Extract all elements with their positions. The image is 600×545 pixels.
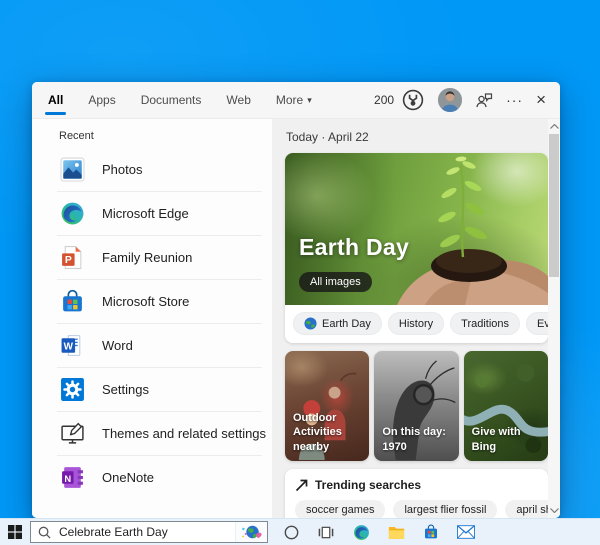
date-header: Today · April 22 bbox=[286, 130, 548, 144]
trending-arrow-icon bbox=[295, 479, 308, 492]
powerpoint-file-icon: P bbox=[59, 244, 85, 270]
chip-label: Earth Day bbox=[322, 318, 371, 330]
earth-globe-icon bbox=[304, 317, 317, 330]
taskbar: Celebrate Earth Day bbox=[0, 518, 600, 545]
svg-text:N: N bbox=[64, 473, 71, 483]
chevron-down-icon: ▾ bbox=[307, 95, 312, 106]
earth-day-hero-card[interactable]: Earth Day All images Earth Day Hi bbox=[285, 153, 548, 343]
scrollbar-up-icon[interactable] bbox=[548, 120, 560, 133]
start-button[interactable] bbox=[0, 525, 30, 539]
scrollbar-down-icon[interactable] bbox=[548, 504, 560, 517]
rewards-medal-icon[interactable] bbox=[401, 88, 425, 112]
edge-taskbar-icon[interactable] bbox=[352, 523, 370, 541]
recent-item-label: OneNote bbox=[102, 470, 154, 485]
search-tab-bar: All Apps Documents Web More ▾ 200 bbox=[32, 82, 560, 119]
svg-text:P: P bbox=[64, 255, 71, 266]
tab-documents[interactable]: Documents bbox=[141, 82, 202, 118]
close-icon[interactable]: × bbox=[536, 93, 546, 107]
earth-day-hero-image: Earth Day All images bbox=[285, 153, 548, 305]
chip-history[interactable]: History bbox=[388, 312, 444, 335]
earth-day-title: Earth Day bbox=[299, 234, 409, 261]
today-panel: Today · April 22 bbox=[272, 119, 560, 518]
search-highlights-icon[interactable] bbox=[235, 522, 267, 542]
story-card-row: Outdoor Activities nearby On this day: 1… bbox=[285, 351, 548, 461]
chip-events[interactable]: Events bbox=[526, 312, 548, 335]
recent-item-label: Themes and related settings bbox=[102, 426, 266, 441]
panel-scrollbar[interactable] bbox=[548, 119, 560, 518]
taskbar-search-text: Celebrate Earth Day bbox=[59, 525, 235, 539]
recent-item-label: Settings bbox=[102, 382, 149, 397]
themes-settings-icon bbox=[59, 420, 85, 446]
story-card-outdoor-activities[interactable]: Outdoor Activities nearby bbox=[285, 351, 369, 461]
svg-text:W: W bbox=[63, 341, 73, 352]
recent-item-label: Microsoft Edge bbox=[102, 206, 189, 221]
chip-earth-day[interactable]: Earth Day bbox=[293, 312, 382, 335]
scrollbar-thumb[interactable] bbox=[549, 134, 559, 277]
settings-app-icon bbox=[59, 376, 85, 402]
word-app-icon: W bbox=[59, 332, 85, 358]
recent-item-family-reunion[interactable]: P Family Reunion bbox=[32, 235, 272, 279]
tab-more[interactable]: More ▾ bbox=[276, 82, 312, 118]
tab-apps[interactable]: Apps bbox=[88, 82, 115, 118]
recent-item-onenote[interactable]: N OneNote bbox=[32, 455, 272, 499]
search-icon bbox=[38, 526, 51, 539]
search-flyout-window: All Apps Documents Web More ▾ 200 bbox=[32, 82, 560, 518]
rewards-points-count: 200 bbox=[374, 93, 394, 107]
tab-more-label: More bbox=[276, 93, 303, 107]
recent-item-edge[interactable]: Microsoft Edge bbox=[32, 191, 272, 235]
recent-item-photos[interactable]: Photos bbox=[32, 147, 272, 191]
recent-item-label: Photos bbox=[102, 162, 142, 177]
recent-panel: Recent Photos bbox=[32, 119, 272, 518]
recent-header: Recent bbox=[32, 130, 272, 142]
story-card-on-this-day[interactable]: On this day: 1970 bbox=[374, 351, 458, 461]
tab-web[interactable]: Web bbox=[226, 82, 250, 118]
chip-traditions[interactable]: Traditions bbox=[450, 312, 520, 335]
task-view-icon[interactable] bbox=[317, 523, 335, 541]
recent-item-label: Word bbox=[102, 338, 133, 353]
feedback-icon[interactable] bbox=[475, 91, 493, 109]
recent-item-themes[interactable]: Themes and related settings bbox=[32, 411, 272, 455]
cortana-icon[interactable] bbox=[282, 523, 300, 541]
mail-icon[interactable] bbox=[457, 523, 475, 541]
recent-item-label: Family Reunion bbox=[102, 250, 192, 265]
recent-item-word[interactable]: W Word bbox=[32, 323, 272, 367]
store-taskbar-icon[interactable] bbox=[422, 523, 440, 541]
all-images-button[interactable]: All images bbox=[299, 272, 372, 292]
trending-title: Trending searches bbox=[315, 478, 421, 492]
trending-searches-card: Trending searches soccer games largest f… bbox=[285, 469, 548, 518]
earth-day-chip-row: Earth Day History Traditions Events bbox=[285, 305, 548, 343]
filter-tabs: All Apps Documents Web More ▾ bbox=[48, 82, 312, 118]
story-card-title: Give with Bing bbox=[472, 425, 544, 454]
file-explorer-icon[interactable] bbox=[387, 523, 405, 541]
trending-chip[interactable]: soccer games bbox=[295, 500, 385, 518]
story-card-title: Outdoor Activities nearby bbox=[293, 411, 365, 454]
story-card-title: On this day: 1970 bbox=[382, 425, 454, 454]
trending-chip[interactable]: largest flier fossil bbox=[393, 500, 497, 518]
desktop: All Apps Documents Web More ▾ 200 bbox=[0, 0, 600, 545]
onenote-app-icon: N bbox=[59, 464, 85, 490]
store-app-icon bbox=[59, 288, 85, 314]
overflow-menu-icon[interactable]: ··· bbox=[506, 95, 523, 105]
story-card-give-with-bing[interactable]: Give with Bing bbox=[464, 351, 548, 461]
photos-app-icon bbox=[59, 156, 85, 182]
recent-item-store[interactable]: Microsoft Store bbox=[32, 279, 272, 323]
taskbar-search-input[interactable]: Celebrate Earth Day bbox=[30, 521, 268, 543]
edge-app-icon bbox=[59, 200, 85, 226]
recent-item-label: Microsoft Store bbox=[102, 294, 189, 309]
recent-item-settings[interactable]: Settings bbox=[32, 367, 272, 411]
user-avatar[interactable] bbox=[438, 88, 462, 112]
tab-all[interactable]: All bbox=[48, 82, 63, 118]
windows-logo-icon bbox=[8, 525, 22, 539]
